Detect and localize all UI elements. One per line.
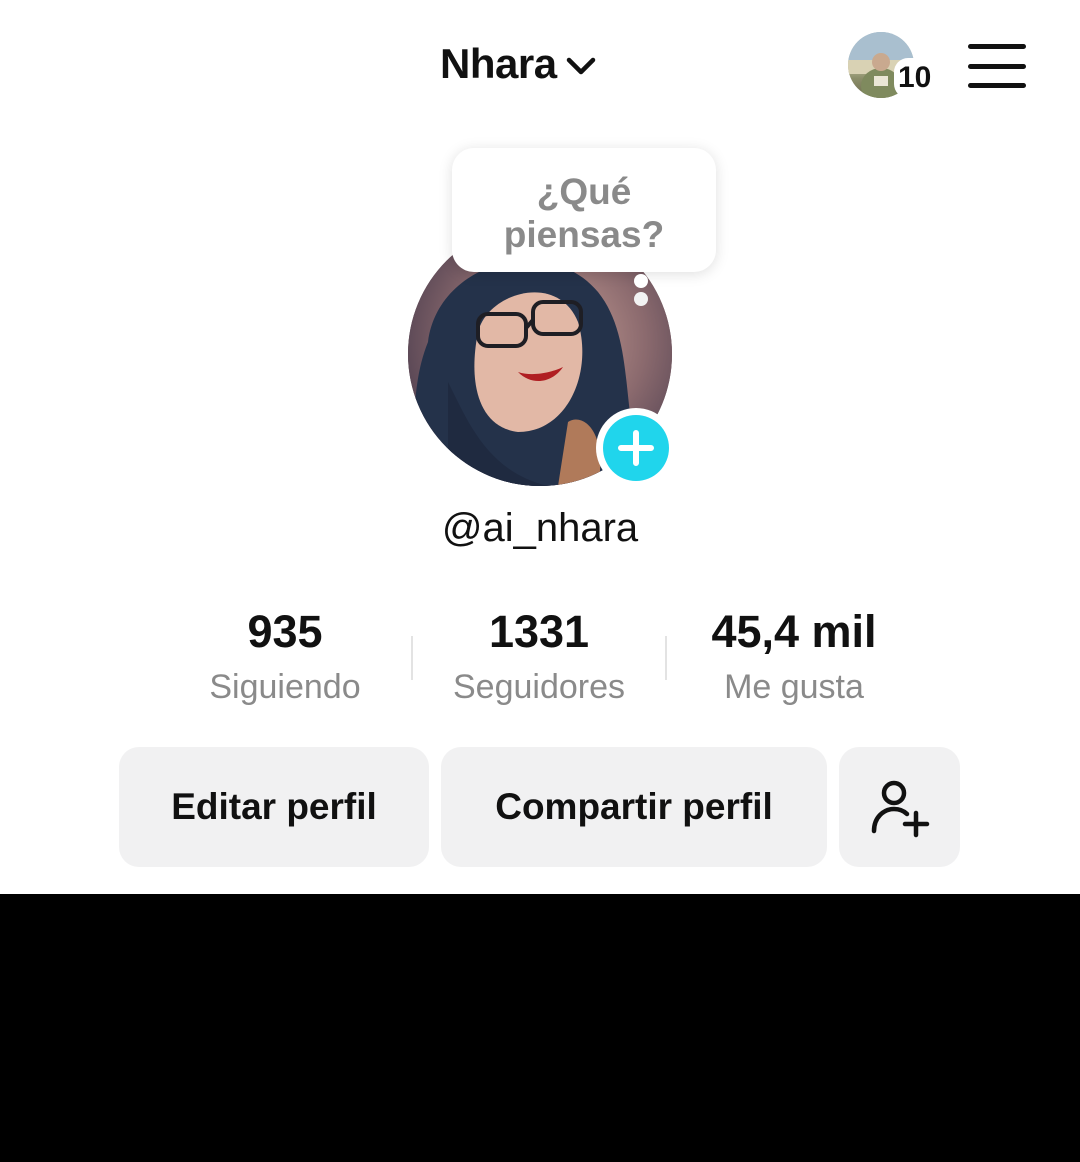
add-friends-button[interactable] [839, 747, 960, 867]
followers-label: Seguidores [452, 668, 625, 706]
stat-following[interactable]: 935 Siguiendo [170, 604, 400, 712]
account-name: Nhara [440, 40, 557, 87]
thought-bubble-text: ¿Qué piensas? [503, 171, 665, 255]
menu-icon [968, 44, 1026, 49]
stat-followers[interactable]: 1331 Seguidores [424, 604, 654, 712]
following-label: Siguiendo [209, 668, 361, 706]
share-profile-button[interactable]: Compartir perfil [441, 747, 827, 867]
edit-profile-button[interactable]: Editar perfil [119, 747, 429, 867]
menu-button[interactable] [968, 44, 1026, 88]
thought-bubble[interactable]: ¿Qué piensas? [452, 148, 716, 272]
account-switcher[interactable]: Nhara [440, 40, 599, 88]
profile-page: Nhara 10 ¿Qué piensas? @ai_nhara 935 Sig… [0, 0, 1080, 1162]
followers-count: 1331 [488, 606, 590, 657]
top-header: Nhara 10 [0, 0, 1080, 130]
following-count: 935 [247, 606, 323, 657]
thought-tail [634, 274, 648, 288]
friends-activity-button[interactable]: 10 [848, 32, 938, 102]
chevron-down-icon [566, 57, 595, 75]
plus-icon [603, 415, 669, 481]
thought-tail-dot [634, 292, 648, 306]
profile-username: @ai_nhara [441, 506, 639, 550]
black-bottom-area [0, 894, 1080, 1162]
likes-count: 45,4 mil [711, 606, 877, 657]
stat-likes[interactable]: 45,4 mil Me gusta [679, 604, 909, 712]
person-plus-icon [871, 780, 929, 838]
stat-divider [411, 636, 413, 680]
likes-label: Me gusta [724, 668, 864, 706]
stat-divider [665, 636, 667, 680]
friends-count-badge: 10 [894, 58, 936, 98]
add-story-button[interactable] [596, 408, 676, 488]
